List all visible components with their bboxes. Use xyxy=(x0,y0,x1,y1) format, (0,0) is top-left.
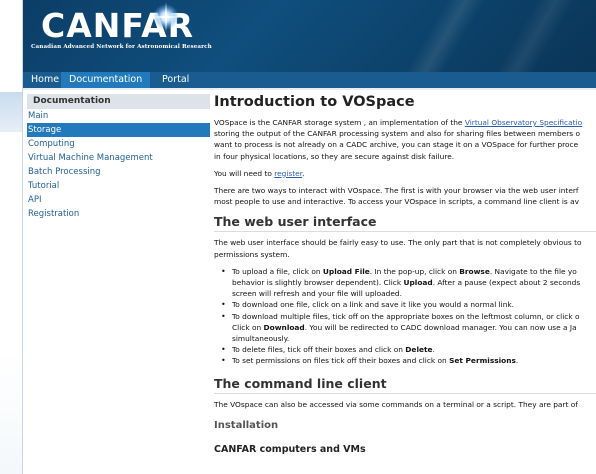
sidebar-item-registration[interactable]: Registration xyxy=(27,207,210,221)
star-icon xyxy=(151,2,181,32)
intro-paragraph-line: in four physical locations, so they are … xyxy=(214,151,455,161)
nav-portal[interactable]: Portal xyxy=(154,72,197,88)
site-logo-subtitle: Canadian Advanced Network for Astronomic… xyxy=(31,44,212,50)
intro-paragraph-line: VOSpace is the CANFAR storage system , a… xyxy=(214,118,583,127)
ways-paragraph-line: There are two ways to interact with VOsp… xyxy=(214,186,579,196)
main-content: Introduction to VOSpace VOSpace is the C… xyxy=(214,93,596,455)
register-link[interactable]: register xyxy=(274,169,302,178)
sidebar-title: Documentation xyxy=(27,94,210,109)
sidebar-item-main[interactable]: Main xyxy=(27,109,210,123)
web-ui-paragraph-line: permissions system. xyxy=(214,249,290,259)
list-item: • To download multiple files, tick off o… xyxy=(221,311,580,344)
sidebar-item-tutorial[interactable]: Tutorial xyxy=(27,179,210,193)
nav-documentation[interactable]: Documentation xyxy=(61,72,151,88)
intro-paragraph-line: storing the output of the CANFAR process… xyxy=(214,129,581,139)
sidebar-item-api[interactable]: API xyxy=(27,193,210,207)
nav-divider xyxy=(23,88,596,90)
list-item: • To delete files, tick off their boxes … xyxy=(221,345,435,355)
list-item: • To download one file, click on a link … xyxy=(221,300,515,310)
list-item: • To upload a file, click on Upload File… xyxy=(221,266,581,299)
canfar-computers-heading: CANFAR computers and VMs xyxy=(214,443,366,455)
list-item: • To set permissions on files tick off t… xyxy=(221,356,519,366)
cli-heading: The command line client xyxy=(214,375,596,394)
page-title: Introduction to VOSpace xyxy=(214,94,415,110)
browser-page: CANFAR Canadian Advanced Network for Ast… xyxy=(22,0,596,474)
web-ui-paragraph-line: The web user interface should be fairly … xyxy=(214,238,582,248)
installation-heading: Installation xyxy=(214,419,279,431)
cli-paragraph: The VOspace can also be accessed via som… xyxy=(214,399,578,409)
ways-paragraph-line: most people to use and interactive. To a… xyxy=(214,197,580,207)
sidebar-item-computing[interactable]: Computing xyxy=(27,137,210,151)
sidebar-item-vm-management[interactable]: Virtual Machine Management xyxy=(27,151,210,165)
sidebar-item-batch-processing[interactable]: Batch Processing xyxy=(27,165,210,179)
sidebar-item-storage[interactable]: Storage xyxy=(27,123,210,137)
sidebar: Documentation Main Storage Computing Vir… xyxy=(27,94,210,221)
instructions-list: • To upload a file, click on Upload File… xyxy=(214,266,596,367)
intro-paragraph-line: want to process is not already on a CADC… xyxy=(214,140,579,150)
web-ui-heading: The web user interface xyxy=(214,213,596,233)
register-paragraph: You will need to register. xyxy=(214,168,305,178)
site-banner: CANFAR Canadian Advanced Network for Ast… xyxy=(23,0,596,72)
desktop-backdrop xyxy=(0,0,22,474)
main-nav: Home Documentation Portal xyxy=(23,72,596,88)
vo-spec-link[interactable]: Virtual Observatory Specificatio xyxy=(465,118,582,127)
